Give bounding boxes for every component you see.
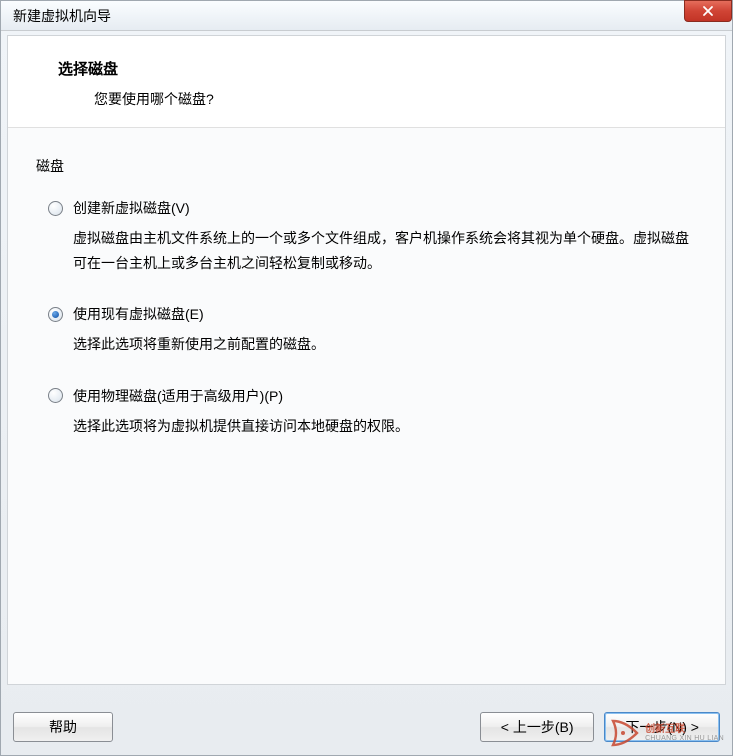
radio-icon <box>48 307 63 322</box>
page-subtitle: 您要使用哪个磁盘? <box>58 89 687 109</box>
back-button[interactable]: < 上一步(B) <box>480 712 595 742</box>
wizard-content: 选择磁盘 您要使用哪个磁盘? 磁盘 创建新虚拟磁盘(V) 虚拟磁盘由主机文件系统… <box>7 35 726 685</box>
radio-label: 使用现有虚拟磁盘(E) <box>73 304 204 324</box>
wizard-body: 磁盘 创建新虚拟磁盘(V) 虚拟磁盘由主机文件系统上的一个或多个文件组成，客户机… <box>8 128 725 684</box>
option-use-existing-disk: 使用现有虚拟磁盘(E) 选择此选项将重新使用之前配置的磁盘。 <box>36 304 693 357</box>
radio-label: 使用物理磁盘(适用于高级用户)(P) <box>73 386 283 406</box>
radio-row-physical[interactable]: 使用物理磁盘(适用于高级用户)(P) <box>48 386 693 406</box>
watermark-sub: CHUANG XIN HU LIAN <box>645 735 724 743</box>
watermark-main: 创新互联 <box>645 724 724 735</box>
wizard-header: 选择磁盘 您要使用哪个磁盘? <box>8 36 725 128</box>
radio-label: 创建新虚拟磁盘(V) <box>73 198 190 218</box>
watermark-logo-icon <box>609 717 641 749</box>
watermark-text: 创新互联 CHUANG XIN HU LIAN <box>645 724 724 743</box>
radio-icon <box>48 201 63 216</box>
option-create-new-disk: 创建新虚拟磁盘(V) 虚拟磁盘由主机文件系统上的一个或多个文件组成，客户机操作系… <box>36 198 693 276</box>
close-icon <box>702 5 714 17</box>
radio-row-existing[interactable]: 使用现有虚拟磁盘(E) <box>48 304 693 324</box>
page-title: 选择磁盘 <box>58 58 687 79</box>
option-use-physical-disk: 使用物理磁盘(适用于高级用户)(P) 选择此选项将为虚拟机提供直接访问本地硬盘的… <box>36 386 693 439</box>
option-desc: 选择此选项将重新使用之前配置的磁盘。 <box>48 332 693 357</box>
option-desc: 选择此选项将为虚拟机提供直接访问本地硬盘的权限。 <box>48 414 693 439</box>
window-title: 新建虚拟机向导 <box>13 6 111 26</box>
titlebar: 新建虚拟机向导 <box>1 1 732 31</box>
disk-group-label: 磁盘 <box>36 156 693 176</box>
radio-row-create[interactable]: 创建新虚拟磁盘(V) <box>48 198 693 218</box>
close-button[interactable] <box>684 0 732 22</box>
help-button[interactable]: 帮助 <box>13 712 113 742</box>
option-desc: 虚拟磁盘由主机文件系统上的一个或多个文件组成，客户机操作系统会将其视为单个硬盘。… <box>48 226 693 276</box>
watermark: 创新互联 CHUANG XIN HU LIAN <box>609 717 724 749</box>
radio-icon <box>48 388 63 403</box>
wizard-window: 新建虚拟机向导 选择磁盘 您要使用哪个磁盘? 磁盘 创建新虚拟磁盘(V) 虚拟磁… <box>0 0 733 756</box>
